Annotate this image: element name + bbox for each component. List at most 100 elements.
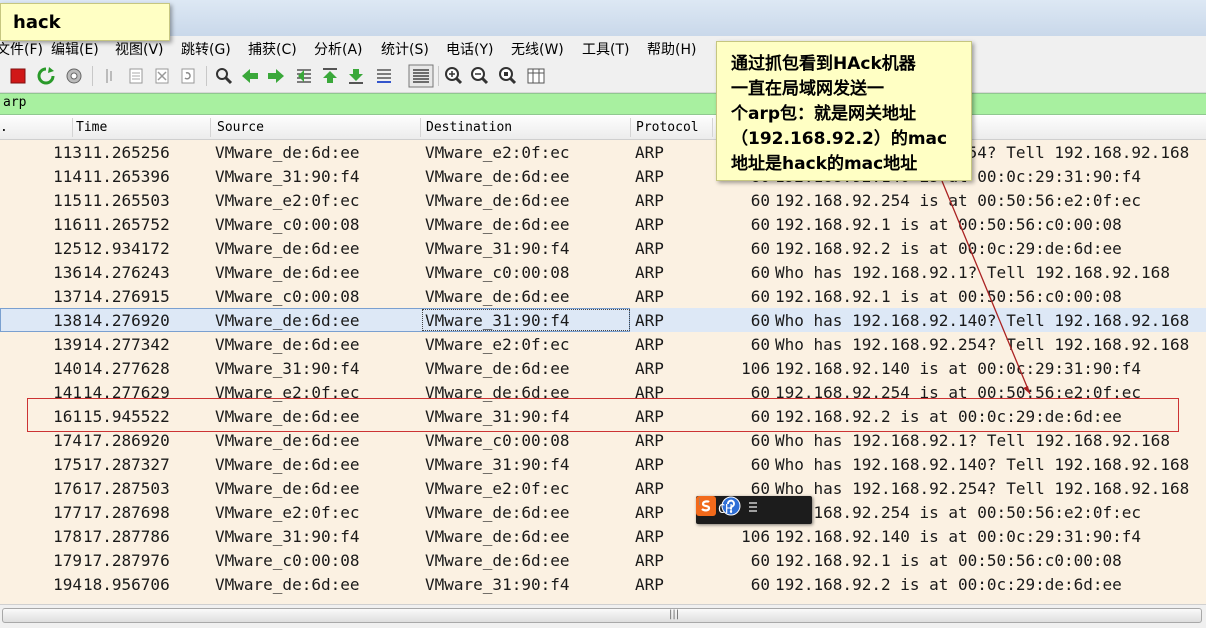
- zoom-in-icon[interactable]: [444, 66, 464, 86]
- first-packet-icon[interactable]: [320, 66, 340, 86]
- packet-time: 17.287786: [83, 527, 170, 546]
- table-row[interactable]: 114 11.265396 VMware_31:90:f4 VMware_de:6d:…: [0, 164, 1206, 188]
- main-toolbar: [0, 60, 1206, 93]
- packet-time: 18.956706: [83, 575, 170, 594]
- packet-protocol: ARP: [635, 239, 664, 258]
- last-packet-icon[interactable]: [346, 66, 366, 86]
- ime-drag-handle-icon[interactable]: ⁞: [698, 498, 701, 508]
- go-forward-icon[interactable]: [266, 66, 286, 86]
- menu-help[interactable]: 帮助(H): [647, 39, 696, 59]
- menu-go[interactable]: 跳转(G): [181, 39, 231, 59]
- find-packet-icon[interactable]: [214, 66, 234, 86]
- packet-no: 140: [53, 359, 82, 378]
- packet-destination: VMware_e2:0f:ec: [425, 143, 570, 162]
- packet-time: 14.276243: [83, 263, 170, 282]
- packet-length: 106: [741, 527, 770, 546]
- table-row[interactable]: 125 12.934172 VMware_de:6d:ee VMware_31:90:…: [0, 236, 1206, 260]
- scrollbar-thumb[interactable]: |||: [2, 608, 1202, 623]
- packet-info: 192.168.92.140 is at 00:0c:29:31:90:f4: [775, 359, 1142, 378]
- table-row[interactable]: 140 14.277628 VMware_31:90:f4 VMware_de:6d:…: [0, 356, 1206, 380]
- packet-destination: VMware_de:6d:ee: [425, 287, 570, 306]
- close-file-icon[interactable]: [152, 66, 172, 86]
- column-header-destination[interactable]: Destination: [426, 120, 512, 135]
- table-row[interactable]: 113 11.265256 VMware_de:6d:ee VMware_e2:0f:…: [0, 140, 1206, 164]
- packet-time: 14.277628: [83, 359, 170, 378]
- table-row[interactable]: 176 17.287503 VMware_de:6d:ee VMware_e2:0f:…: [0, 476, 1206, 500]
- go-back-icon[interactable]: [240, 66, 260, 86]
- packet-time: 17.287698: [83, 503, 170, 522]
- menu-analyze[interactable]: 分析(A): [314, 39, 363, 59]
- menu-tools[interactable]: 工具(T): [582, 39, 629, 59]
- open-file-icon[interactable]: [100, 66, 120, 86]
- resize-columns-icon[interactable]: [526, 66, 546, 86]
- packet-protocol: ARP: [635, 335, 664, 354]
- packet-length: 60: [750, 575, 770, 594]
- auto-scroll-icon[interactable]: [374, 66, 394, 86]
- packet-protocol: ARP: [635, 215, 664, 234]
- table-row[interactable]: 177 17.287698 VMware_e2:0f:ec VMware_de:6d:…: [0, 500, 1206, 524]
- column-separator[interactable]: [72, 118, 73, 137]
- table-row[interactable]: 137 14.276915 VMware_c0:00:08 VMware_de:6d:…: [0, 284, 1206, 308]
- packet-info: Who has 192.168.92.254? Tell 192.168.92.…: [775, 479, 1190, 498]
- ime-menu-icon[interactable]: [746, 500, 760, 516]
- display-filter-input[interactable]: arp: [3, 95, 26, 110]
- column-header-protocol[interactable]: Protocol: [636, 120, 699, 135]
- reload-icon[interactable]: [178, 66, 198, 86]
- column-header-source[interactable]: Source: [217, 120, 264, 135]
- menu-edit[interactable]: 编辑(E): [51, 39, 99, 59]
- table-row[interactable]: 139 14.277342 VMware_de:6d:ee VMware_e2:0f:…: [0, 332, 1206, 356]
- table-row[interactable]: 115 11.265503 VMware_e2:0f:ec VMware_de:6d:…: [0, 188, 1206, 212]
- table-row[interactable]: 175 17.287327 VMware_de:6d:ee VMware_31:90:…: [0, 452, 1206, 476]
- zoom-out-icon[interactable]: [470, 66, 490, 86]
- table-row[interactable]: 116 11.265752 VMware_c0:00:08 VMware_de:6d:…: [0, 212, 1206, 236]
- packet-source: VMware_31:90:f4: [215, 359, 360, 378]
- packet-destination: VMware_31:90:f4: [425, 575, 570, 594]
- menu-file[interactable]: 文件(F): [0, 39, 43, 59]
- packet-info: Who has 192.168.92.254? Tell 192.168.92.…: [775, 335, 1190, 354]
- packet-source: VMware_31:90:f4: [215, 167, 360, 186]
- stop-capture-icon[interactable]: [8, 66, 28, 86]
- window-titlebar: [0, 0, 1206, 36]
- packet-source: VMware_de:6d:ee: [215, 575, 360, 594]
- packet-no: 113: [53, 143, 82, 162]
- packet-length: 60: [750, 287, 770, 306]
- toolbar-separator: [92, 66, 93, 86]
- column-separator[interactable]: [630, 118, 631, 137]
- menu-view[interactable]: 视图(V): [115, 39, 164, 59]
- table-row-selected[interactable]: 138 14.276920 VMware_de:6d:ee VMware_31:90:…: [0, 308, 1206, 332]
- menu-telephony[interactable]: 电话(Y): [446, 39, 493, 59]
- ime-language[interactable]: CH: [718, 502, 732, 516]
- packet-destination: VMware_de:6d:ee: [425, 215, 570, 234]
- packet-protocol: ARP: [635, 263, 664, 282]
- annotation-callout: 通过抓包看到HAck机器 一直在局域网发送一 个arp包：就是网关地址 （192…: [716, 41, 972, 181]
- packet-list[interactable]: 113 11.265256 VMware_de:6d:ee VMware_e2:0f:…: [0, 140, 1206, 604]
- save-file-icon[interactable]: [126, 66, 146, 86]
- go-to-packet-icon[interactable]: [294, 66, 314, 86]
- table-row[interactable]: 136 14.276243 VMware_de:6d:ee VMware_c0:00:…: [0, 260, 1206, 284]
- display-filter-bar[interactable]: arp: [0, 93, 1206, 115]
- packet-source: VMware_31:90:f4: [215, 527, 360, 546]
- menu-bar: 文件(F) 编辑(E) 视图(V) 跳转(G) 捕获(C) 分析(A) 统计(S…: [0, 36, 1206, 60]
- packet-length: 60: [750, 335, 770, 354]
- column-header-no[interactable]: .: [0, 120, 8, 135]
- table-row[interactable]: 178 17.287786 VMware_31:90:f4 VMware_de:6d:…: [0, 524, 1206, 548]
- packet-source: VMware_c0:00:08: [215, 215, 360, 234]
- menu-wireless[interactable]: 无线(W): [511, 39, 564, 59]
- table-row[interactable]: 179 17.287976 VMware_c0:00:08 VMware_de:6d:…: [0, 548, 1206, 572]
- colorize-icon[interactable]: [408, 64, 434, 88]
- menu-statistics[interactable]: 统计(S): [381, 39, 429, 59]
- packet-destination: VMware_c0:00:08: [425, 431, 570, 450]
- table-row[interactable]: 194 18.956706 VMware_de:6d:ee VMware_31:90:…: [0, 572, 1206, 596]
- menu-capture[interactable]: 捕获(C): [248, 39, 297, 59]
- capture-options-icon[interactable]: [64, 66, 84, 86]
- column-separator[interactable]: [712, 118, 713, 137]
- table-row-partial[interactable]: [0, 596, 1206, 604]
- column-header-time[interactable]: Time: [76, 120, 107, 135]
- column-separator[interactable]: [420, 118, 421, 137]
- column-separator[interactable]: [210, 118, 211, 137]
- restart-capture-icon[interactable]: [36, 66, 56, 86]
- toolbar-separator: [206, 66, 207, 86]
- packet-destination: VMware_de:6d:ee: [425, 191, 570, 210]
- horizontal-scrollbar[interactable]: |||: [0, 604, 1206, 628]
- normal-size-icon[interactable]: [498, 66, 518, 86]
